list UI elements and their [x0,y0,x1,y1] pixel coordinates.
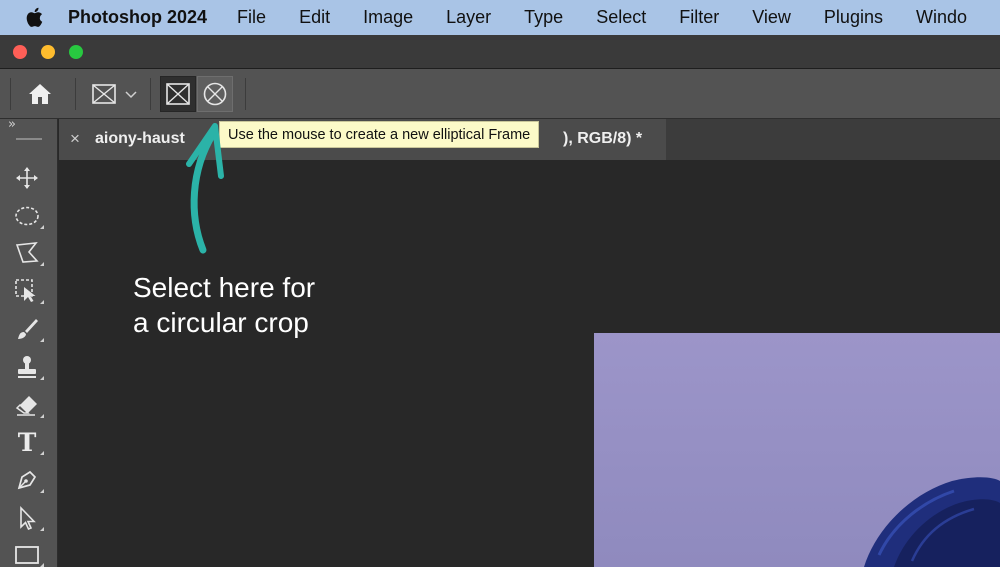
options-separator [75,78,76,110]
panel-collapse-button[interactable]: » [8,117,16,132]
menu-window[interactable]: Windo [916,7,967,28]
document-tab-title: aiony-haust [95,130,185,147]
annotation-text: Select here for a circular crop [133,270,315,340]
window-zoom-button[interactable] [69,45,83,59]
tool-flyout-indicator [40,225,44,229]
apple-menu[interactable] [0,7,68,28]
object-selection-tool[interactable] [10,276,44,306]
rectangular-frame-button[interactable] [160,76,196,112]
clone-stamp-icon [18,356,36,378]
tool-flyout-indicator [40,338,44,342]
menu-bar: Photoshop 2024 File Edit Image Layer Typ… [0,0,1000,35]
home-button[interactable] [24,79,56,109]
menu-edit[interactable]: Edit [299,7,330,28]
eraser-icon [15,396,37,416]
annotation-line: Select here for [133,272,316,303]
type-tool[interactable]: T [10,427,44,457]
menu-filter[interactable]: Filter [679,7,719,28]
elliptical-marquee-tool[interactable] [10,201,44,231]
rectangle-tool[interactable] [10,539,44,567]
document-photo[interactable] [594,333,1000,567]
move-icon [16,167,38,189]
app-name-menu[interactable]: Photoshop 2024 [68,7,207,28]
annotation-line: a circular crop [133,307,309,338]
elliptical-frame-icon [203,82,227,106]
options-separator [150,78,151,110]
menu-view[interactable]: View [752,7,791,28]
tool-flyout-indicator [40,376,44,380]
tool-flyout-indicator [40,489,44,493]
elliptical-frame-button[interactable] [197,76,233,112]
eraser-tool[interactable] [10,390,44,420]
tooltip: Use the mouse to create a new elliptical… [219,121,540,148]
chevron-down-icon [125,91,137,99]
elliptical-marquee-icon [15,206,39,226]
annotation-arrow [186,123,224,254]
clone-stamp-tool[interactable] [10,352,44,382]
frame-tool-preset-icon [92,84,116,104]
tool-flyout-indicator [40,563,44,567]
panel-grip [16,138,42,140]
tool-preset-picker[interactable] [85,79,143,109]
window-title-bar [0,35,1000,69]
window-minimize-button[interactable] [41,45,55,59]
rectangle-icon [15,546,39,564]
object-selection-icon [15,279,36,302]
apple-icon [26,7,43,27]
path-selection-icon [20,506,36,530]
tool-flyout-indicator [40,414,44,418]
tool-flyout-indicator [40,527,44,531]
menu-type[interactable]: Type [524,7,563,28]
tool-flyout-indicator [40,262,44,266]
home-icon [29,84,51,104]
move-tool[interactable] [10,163,44,193]
type-icon: T [17,427,37,457]
options-separator [245,78,246,110]
rectangular-frame-icon [166,83,190,105]
tool-flyout-indicator [40,451,44,455]
polygonal-lasso-tool[interactable] [10,238,44,268]
brush-icon [18,319,38,339]
path-selection-tool[interactable] [10,503,44,533]
close-tab-icon[interactable]: × [70,129,80,149]
pen-tool[interactable] [10,465,44,495]
pen-icon [17,470,37,490]
menu-file[interactable]: File [237,7,266,28]
menu-image[interactable]: Image [363,7,413,28]
brush-tool[interactable] [10,314,44,344]
document-tab-info: ), RGB/8) * [563,130,643,147]
window-close-button[interactable] [13,45,27,59]
hair-shape [864,477,1000,567]
menu-select[interactable]: Select [596,7,646,28]
menu-plugins[interactable]: Plugins [824,7,883,28]
options-separator [10,78,11,110]
tool-flyout-indicator [40,300,44,304]
polygonal-lasso-icon [15,242,39,263]
menu-layer[interactable]: Layer [446,7,491,28]
